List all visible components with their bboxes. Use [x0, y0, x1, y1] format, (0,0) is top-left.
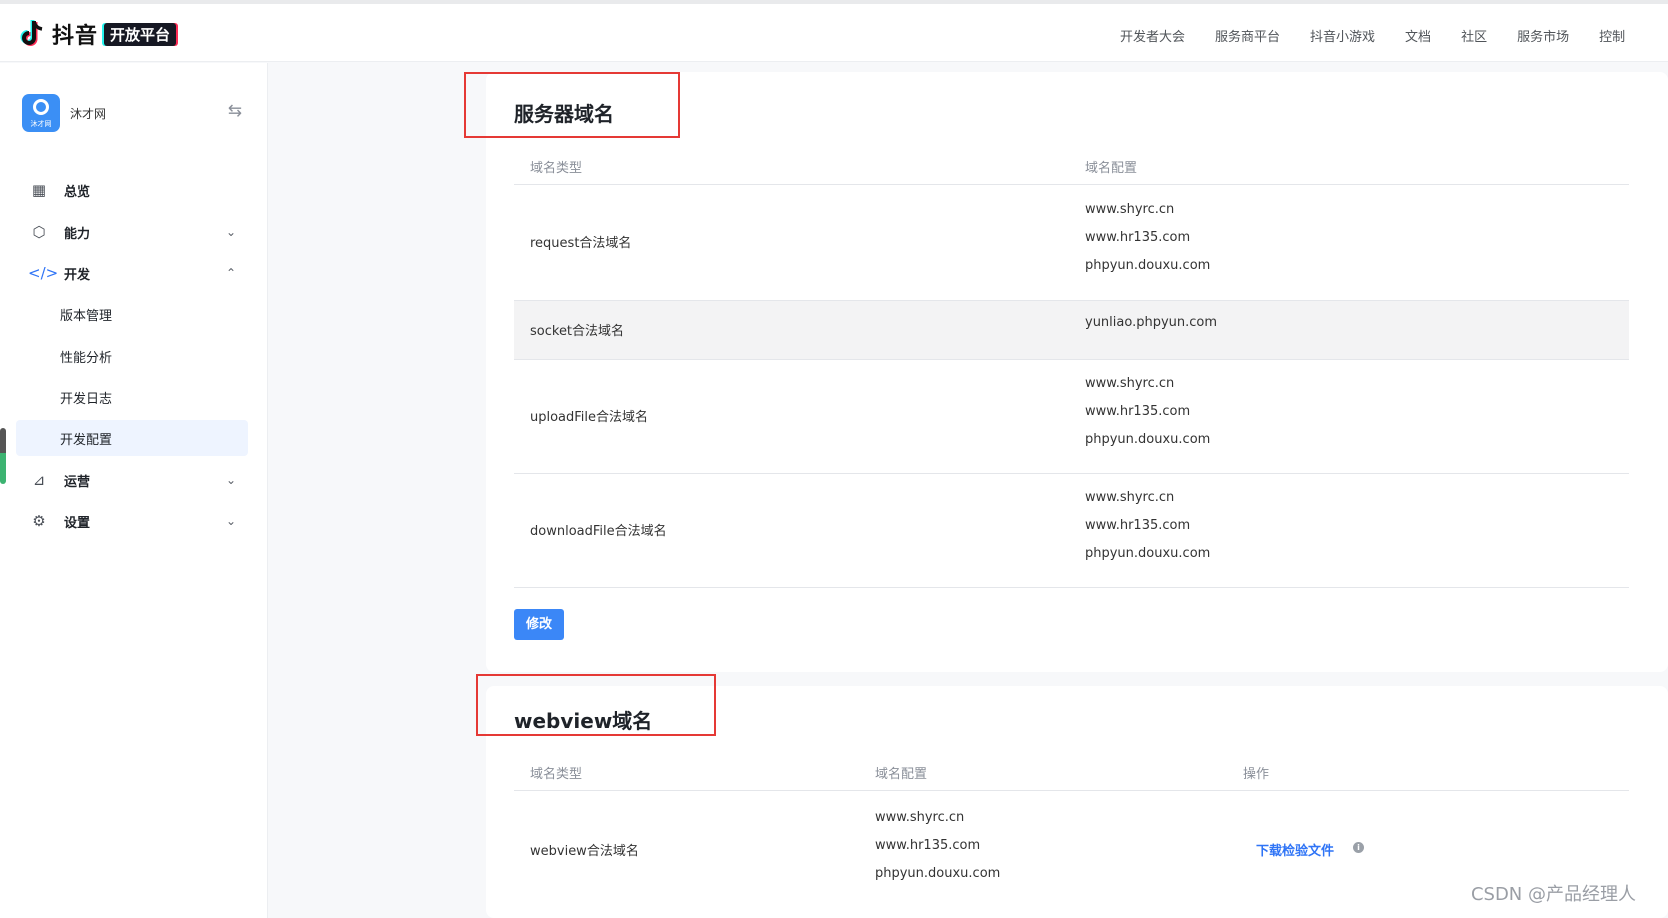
column-header-type: 域名类型 — [530, 767, 583, 782]
sidebar: 沐才网 沐才网 ⇆ ▦ 总览 ⬡ 能力 ⌄ </> 开发 ⌃ 版本管理 性能分析… — [0, 63, 268, 918]
sidebar-item-operations[interactable]: ⊿ 运营 ⌄ — [16, 462, 248, 498]
watermark: CSDN @产品经理人 — [1470, 884, 1636, 905]
column-header-action: 操作 — [1243, 767, 1270, 782]
sidebar-item-overview[interactable]: ▦ 总览 — [16, 172, 248, 208]
column-header-config: 域名配置 — [875, 767, 928, 782]
scrollbar-thumb[interactable] — [0, 428, 6, 484]
edit-button[interactable]: 修改 — [514, 609, 564, 640]
chevron-down-icon: ⌄ — [225, 225, 236, 239]
divider — [514, 473, 1629, 474]
chevron-down-icon: ⌄ — [225, 514, 236, 528]
app-selector[interactable]: 沐才网 沐才网 ⇆ — [22, 93, 242, 133]
douyin-note-icon — [20, 20, 43, 46]
sidebar-item-label: 运营 — [64, 474, 91, 490]
domain-value: www.shyrc.cn — [1085, 202, 1175, 217]
domain-value: www.hr135.com — [875, 838, 981, 853]
domain-value: phpyun.douxu.com — [875, 866, 1001, 881]
domain-value: www.shyrc.cn — [875, 810, 965, 825]
nav-docs[interactable]: 文档 — [1405, 26, 1431, 45]
sidebar-item-label: 能力 — [64, 226, 91, 242]
brand-name: 抖音 — [52, 24, 99, 49]
nav-community[interactable]: 社区 — [1461, 26, 1487, 45]
code-icon: </> — [28, 264, 59, 282]
domain-value: www.shyrc.cn — [1085, 376, 1175, 391]
domain-value: www.hr135.com — [1085, 230, 1191, 245]
divider — [514, 359, 1629, 360]
domain-type-socket: socket合法域名 — [530, 324, 625, 339]
domain-type-webview: webview合法域名 — [530, 844, 639, 859]
table-row-hover — [514, 301, 1629, 359]
person-icon — [33, 99, 49, 115]
sidebar-item-develop[interactable]: </> 开发 ⌃ — [16, 255, 248, 291]
top-nav: 开发者大会 服务商平台 抖音小游戏 文档 社区 服务市场 控制 — [1120, 26, 1655, 45]
column-header-type: 域名类型 — [530, 161, 583, 176]
switch-app-icon[interactable]: ⇆ — [228, 101, 242, 121]
nav-mini-games[interactable]: 抖音小游戏 — [1310, 26, 1375, 45]
domain-list-webview: www.shyrc.cn www.hr135.com phpyun.douxu.… — [875, 804, 1000, 888]
domain-value: www.hr135.com — [1085, 404, 1191, 419]
sidebar-subitem-dev-config[interactable]: 开发配置 — [16, 420, 248, 456]
domain-list-socket: yunliao.phpyun.com — [1085, 309, 1217, 337]
top-bar: 抖音 开放平台 开发者大会 服务商平台 抖音小游戏 文档 社区 服务市场 控制 — [0, 0, 1668, 62]
column-header-config: 域名配置 — [1085, 161, 1138, 176]
sidebar-subitem-performance[interactable]: 性能分析 — [16, 338, 248, 374]
sidebar-item-capability[interactable]: ⬡ 能力 ⌄ — [16, 214, 248, 250]
divider — [514, 790, 1629, 791]
server-domain-card — [486, 72, 1668, 672]
brand-badge: 开放平台 — [104, 22, 177, 46]
divider — [514, 587, 1629, 588]
domain-value: www.hr135.com — [1085, 518, 1191, 533]
nav-console[interactable]: 控制 — [1599, 26, 1625, 45]
chart-icon: ⊿ — [32, 471, 46, 489]
domain-type-request: request合法域名 — [530, 236, 632, 251]
gear-icon: ⚙ — [32, 512, 46, 530]
download-verification-file-link[interactable]: 下载检验文件 — [1256, 840, 1334, 859]
app-avatar: 沐才网 — [22, 94, 60, 132]
douyin-logo[interactable]: 抖音 开放平台 — [20, 18, 177, 50]
domain-list-request: www.shyrc.cn www.hr135.com phpyun.douxu.… — [1085, 196, 1210, 280]
domain-value: www.shyrc.cn — [1085, 490, 1175, 505]
dashboard-icon: ▦ — [31, 181, 47, 199]
capability-icon: ⬡ — [32, 223, 46, 241]
server-domain-title: 服务器域名 — [514, 102, 614, 126]
domain-value: phpyun.douxu.com — [1085, 546, 1211, 561]
nav-service-market[interactable]: 服务市场 — [1517, 26, 1569, 45]
domain-value: phpyun.douxu.com — [1085, 432, 1211, 447]
sidebar-item-settings[interactable]: ⚙ 设置 ⌄ — [16, 503, 248, 539]
sidebar-subitem-dev-log[interactable]: 开发日志 — [16, 379, 248, 415]
chevron-down-icon: ⌄ — [225, 473, 236, 487]
chevron-up-icon: ⌃ — [225, 266, 236, 280]
nav-developer-conference[interactable]: 开发者大会 — [1120, 26, 1185, 45]
sidebar-subitem-version[interactable]: 版本管理 — [16, 296, 248, 332]
domain-value: yunliao.phpyun.com — [1085, 315, 1218, 330]
domain-type-upload: uploadFile合法域名 — [530, 410, 649, 425]
app-name: 沐才网 — [70, 106, 107, 121]
domain-type-download: downloadFile合法域名 — [530, 524, 667, 539]
domain-list-upload: www.shyrc.cn www.hr135.com phpyun.douxu.… — [1085, 370, 1210, 454]
domain-list-download: www.shyrc.cn www.hr135.com phpyun.douxu.… — [1085, 484, 1210, 568]
nav-service-provider[interactable]: 服务商平台 — [1215, 26, 1280, 45]
divider — [514, 184, 1629, 185]
sidebar-item-label: 开发 — [64, 267, 91, 283]
sidebar-item-label: 总览 — [64, 184, 91, 200]
app-avatar-label: 沐才网 — [30, 120, 52, 128]
webview-domain-title: webview域名 — [514, 709, 653, 733]
info-icon[interactable]: i — [1353, 842, 1364, 853]
domain-value: phpyun.douxu.com — [1085, 258, 1211, 273]
sidebar-item-label: 设置 — [64, 515, 91, 531]
